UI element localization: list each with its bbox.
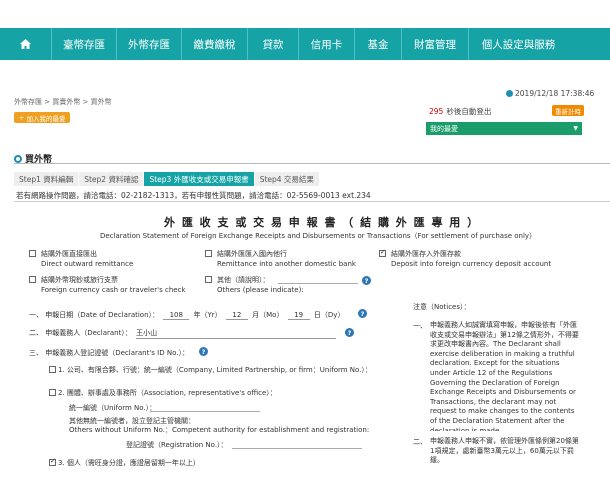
step-1: Step1 資料編輯 <box>14 172 80 186</box>
others-input[interactable] <box>278 283 358 284</box>
option-label-en: Remittance into another domestic bank <box>217 260 356 268</box>
item-number: 三、 <box>29 349 43 357</box>
home-icon <box>20 39 31 49</box>
option-domestic-bank: 結購外匯匯入國內他行 Remittance into another domest… <box>217 249 356 269</box>
day-input[interactable]: 19 <box>287 311 310 320</box>
year-label: 年（Yr） <box>193 311 222 319</box>
datetime-text: 2019/12/18 17:38:46 <box>515 89 595 98</box>
association-row: 2. 團體、辦事處及事務所（Association, representativ… <box>58 388 277 398</box>
registration-input[interactable] <box>232 448 362 449</box>
help-icon[interactable]: ? <box>345 328 354 337</box>
item-number: 3. <box>58 459 65 467</box>
checkbox-fx-deposit[interactable] <box>379 248 386 257</box>
option-label: 結購外匯直接匯出 <box>41 250 97 258</box>
add-favorite-button[interactable]: + 加入我的最愛 <box>14 112 71 123</box>
step-bar: Step1 資料編輯 Step2 資料確認 Step3 外匯收支或交易申報書 S… <box>14 172 320 186</box>
add-favorite-label: 加入我的最愛 <box>26 114 66 123</box>
nav-item-wealth[interactable]: 財富管理 <box>402 28 469 60</box>
gear-icon <box>14 154 22 163</box>
help-icon[interactable]: ? <box>362 276 371 285</box>
declarant-row: 二、 申報義務人（Declarant）： 王小山 <box>29 328 338 339</box>
notice-text: 申報義務人申報不實，依管理外匯條例第20條第1項規定，處新臺幣3萬元以上，60萬… <box>430 437 579 465</box>
company-label: 公司、有限合夥、行號：統一編號（Company, Limited Partner… <box>66 366 372 374</box>
item-number: 1. <box>58 366 65 374</box>
checkbox-domestic-bank[interactable] <box>205 250 212 257</box>
notice-title: 注意（Notices）： <box>413 303 471 311</box>
checkbox-company[interactable] <box>49 366 56 373</box>
divider <box>14 201 610 202</box>
day-label: 日（Dy） <box>313 311 345 319</box>
nav-item-twd[interactable]: 臺幣存匯 <box>52 28 117 60</box>
month-label: 月（Mo） <box>252 311 284 319</box>
item-number: 一、 <box>29 311 43 319</box>
clock-icon <box>506 90 513 97</box>
option-direct-remittance: 結購外匯直接匯出 Direct outward remittance <box>41 249 133 269</box>
checkbox-individual[interactable] <box>49 457 56 466</box>
chevron-down-icon: ▼ <box>573 125 578 132</box>
declarant-input[interactable]: 王小山 <box>136 328 337 339</box>
renew-timer-button[interactable]: 重新計時 <box>552 105 584 116</box>
contact-info: 若有網路操作問題，請洽電話：02-2182-1313，若有申報性質問題，請洽電話… <box>16 191 371 200</box>
logout-seconds: 295 <box>429 107 444 116</box>
nav-item-fund[interactable]: 基金 <box>355 28 402 60</box>
notice-number: 二、 <box>413 438 427 446</box>
month-input[interactable]: 12 <box>225 311 248 320</box>
form-title: 外 匯 收 支 或 交 易 申 報 書 （ 結 購 外 匯 專 用 ） <box>164 216 480 229</box>
uniform-label: 統一編號（Uniform No.）： <box>69 404 157 412</box>
uniform-input[interactable] <box>150 411 260 412</box>
declarant-id-label: 申報義務人登記證號（Declarant's ID No.）： <box>45 349 189 357</box>
notice-number: 一、 <box>413 322 427 330</box>
nav-item-fx[interactable]: 外幣存匯 <box>117 28 182 60</box>
checkbox-others[interactable] <box>205 276 212 283</box>
step-2: Step2 資料確認 <box>79 172 145 186</box>
help-icon[interactable]: ? <box>358 309 367 318</box>
option-cash-cheque: 結購外幣現鈔或旅行支票 Foreign currency cash or trav… <box>41 275 185 295</box>
datetime: 2019/12/18 17:38:46 <box>506 89 594 98</box>
option-label-en: Direct outward remittance <box>41 260 134 268</box>
help-icon[interactable]: ? <box>199 347 208 356</box>
registration-label: 登記證號（Registration No.）： <box>126 441 228 449</box>
logout-text: 秒後自動登出 <box>446 107 492 116</box>
option-label-en: Foreign currency cash or traveler's chec… <box>41 286 186 294</box>
breadcrumb: 外幣存匯 > 買賣外幣 > 買外幣 <box>14 98 112 106</box>
nav-item-payment[interactable]: 繳費繳稅 <box>182 28 248 60</box>
option-label: 結購外幣現鈔或旅行支票 <box>41 276 118 284</box>
declaration-date-label: 申報日期（Date of Declaration）： <box>45 311 160 319</box>
company-row: 1. 公司、有限合夥、行號：統一編號（Company, Limited Part… <box>58 365 372 375</box>
others-authority-label-en: Others without Uniform No.：Competent aut… <box>69 426 370 434</box>
option-label-en: Deposit into foreign currency deposit ac… <box>391 260 552 268</box>
checkbox-direct-remittance[interactable] <box>29 250 36 257</box>
form-title-en: Declaration Statement of Foreign Exchang… <box>100 232 537 240</box>
step-3: Step3 外匯收支或交易申報書 <box>144 172 255 186</box>
checkbox-association[interactable] <box>49 389 56 396</box>
home-button[interactable] <box>0 28 52 60</box>
nav-item-settings[interactable]: 個人設定與服務 <box>469 28 568 60</box>
favorites-label: 我的最愛 <box>430 124 458 133</box>
divider <box>14 163 610 164</box>
year-input[interactable]: 108 <box>163 311 190 320</box>
association-label: 團體、辦事處及事務所（Association, representative's… <box>66 389 277 397</box>
checkbox-cash-cheque[interactable] <box>29 276 36 283</box>
individual-row: 3. 個人（需旺身分證，應證居留期一年以上） <box>58 458 200 468</box>
declarant-id-row: 三、 申報義務人登記證號（Declarant's ID No.）： <box>29 348 189 358</box>
plus-icon: + <box>19 113 25 122</box>
declarant-label: 申報義務人（Declarant）： <box>45 329 132 337</box>
nav-item-loan[interactable]: 貸款 <box>248 28 299 60</box>
favorites-dropdown[interactable]: 我的最愛 ▼ <box>426 122 582 135</box>
item-number: 二、 <box>29 329 43 337</box>
option-fx-deposit: 結購外匯存入外匯存款 Deposit into foreign currency … <box>391 249 551 269</box>
step-4: Step4 交易結果 <box>255 172 320 186</box>
main-nav: 臺幣存匯 外幣存匯 繳費繳稅 貸款 信用卡 基金 財富管理 個人設定與服務 <box>0 28 610 60</box>
individual-label: 個人（需旺身分證，應證居留期一年以上） <box>66 459 200 467</box>
option-label: 結購外匯存入外匯存款 <box>391 250 461 258</box>
option-label: 結購外匯匯入國內他行 <box>217 250 287 258</box>
declaration-date-row: 一、 申報日期（Date of Declaration）： 108 年（Yr） … <box>29 310 344 320</box>
nav-item-credit-card[interactable]: 信用卡 <box>299 28 355 60</box>
option-others: 其他（請說明）： Others (please indicate): <box>217 275 304 295</box>
item-number: 2. <box>58 389 65 397</box>
option-label-en: Others (please indicate): <box>217 286 304 294</box>
notice-text: 申報義務人如誠實填寫申報，申報後依有「外匯收支或交易申報辦法」第12條之情形外，… <box>430 321 579 431</box>
